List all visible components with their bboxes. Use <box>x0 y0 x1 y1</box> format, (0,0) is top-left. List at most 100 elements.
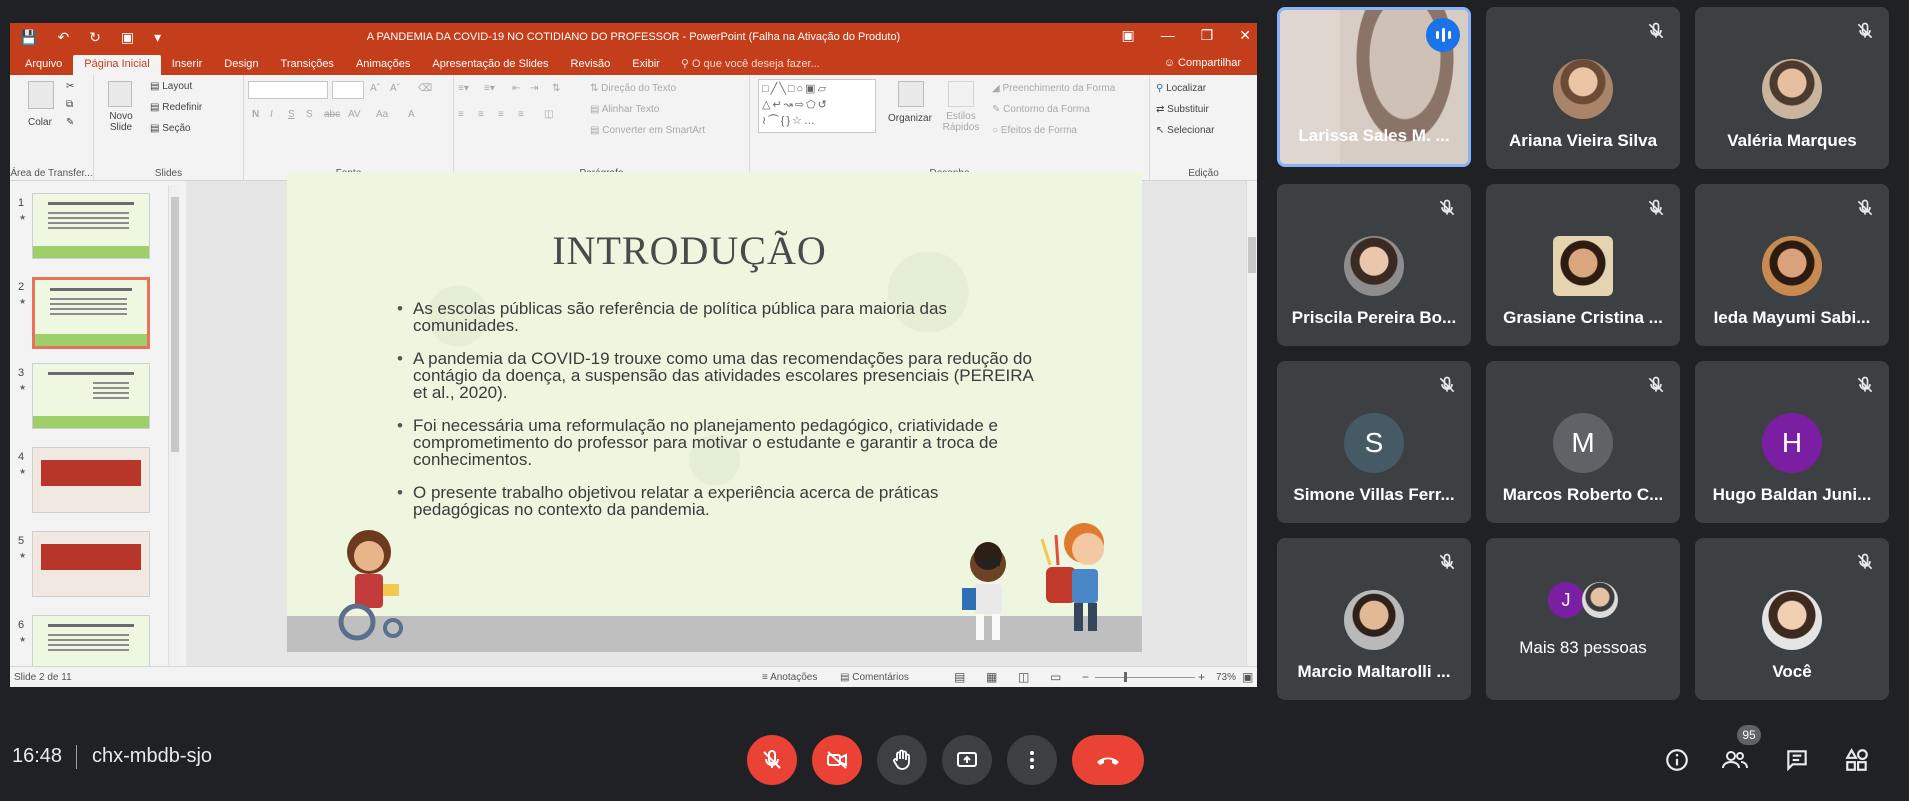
shape-outline-button[interactable]: ✎ Contorno da Forma <box>992 104 1090 115</box>
tab-view[interactable]: Exibir <box>621 55 671 75</box>
slide-title[interactable]: INTRODUÇÃO <box>287 227 1092 274</box>
activities-button[interactable] <box>1840 743 1874 777</box>
notes-button[interactable]: ≡ Anotações <box>762 672 817 683</box>
slide-thumbnail-2[interactable] <box>32 277 150 349</box>
smartart-button[interactable]: ▤ Converter em SmartArt <box>590 125 705 136</box>
close-icon[interactable]: ✕ <box>1239 27 1251 44</box>
strike-button[interactable]: abc <box>324 109 340 120</box>
participant-tile[interactable]: Ieda Mayumi Sabi... <box>1695 184 1889 346</box>
restore-icon[interactable]: ❐ <box>1201 27 1214 44</box>
zoom-percent[interactable]: 73% <box>1216 672 1236 683</box>
bullets-icon[interactable]: ≡▾ <box>458 83 469 94</box>
slide-bullets[interactable]: As escolas públicas são referência de po… <box>397 300 1037 534</box>
new-slide-button[interactable]: Novo Slide <box>102 111 140 133</box>
scrollbar-thumb[interactable] <box>171 197 179 452</box>
arrange-button[interactable]: Organizar <box>888 113 932 124</box>
share-button[interactable]: ☺ Compartilhar <box>1164 57 1241 69</box>
ribbon-display-icon[interactable]: ▣ <box>1121 27 1134 44</box>
tab-transitions[interactable]: Transições <box>270 55 345 75</box>
text-direction-button[interactable]: ⇅ Direção do Texto <box>590 83 676 94</box>
replace-button[interactable]: ⇄ Substituir <box>1156 104 1209 115</box>
bold-button[interactable]: N <box>252 109 259 120</box>
tab-insert[interactable]: Inserir <box>161 55 214 75</box>
tab-home[interactable]: Página Inicial <box>73 55 161 75</box>
paste-button[interactable]: Colar <box>28 117 52 128</box>
slide-thumbnail-5[interactable] <box>32 531 150 597</box>
justify-icon[interactable]: ≡ <box>518 109 524 120</box>
quick-styles-button[interactable]: Estilos Rápidos <box>940 111 982 133</box>
scrollbar-thumb[interactable] <box>1248 237 1256 273</box>
grow-font-icon[interactable]: Aˆ <box>370 83 380 94</box>
slide-thumbnail-1[interactable] <box>32 193 150 259</box>
participant-tile[interactable]: Ariana Vieira Silva <box>1486 7 1680 169</box>
zoom-out-icon[interactable]: − <box>1082 670 1089 684</box>
change-case-button[interactable]: Aa <box>376 109 388 120</box>
tab-design[interactable]: Design <box>213 55 269 75</box>
present-screen-button[interactable] <box>942 735 992 785</box>
italic-button[interactable]: I <box>270 109 273 120</box>
zoom-slider[interactable] <box>1095 677 1195 678</box>
tab-animations[interactable]: Animações <box>345 55 421 75</box>
font-name-input[interactable] <box>248 81 328 99</box>
line-spacing-icon[interactable]: ⇅ <box>552 83 560 94</box>
layout-button[interactable]: ▤ Layout <box>150 81 192 92</box>
clear-format-icon[interactable]: ⌫ <box>418 83 432 94</box>
section-button[interactable]: ▤ Seção <box>150 123 191 134</box>
cut-icon[interactable]: ✂ <box>66 81 74 92</box>
reset-button[interactable]: ▤ Redefinir <box>150 102 202 113</box>
zoom-in-icon[interactable]: + <box>1198 670 1205 684</box>
participant-tile-self[interactable]: Você <box>1695 538 1889 700</box>
font-color-button[interactable]: A <box>408 109 415 120</box>
format-painter-icon[interactable]: ✎ <box>66 117 74 128</box>
thumbnails-scrollbar[interactable] <box>168 185 180 665</box>
slide-thumbnail-3[interactable] <box>32 363 150 429</box>
align-left-icon[interactable]: ≡ <box>458 109 464 120</box>
copy-icon[interactable]: ⧉ <box>66 99 73 110</box>
chat-button[interactable] <box>1780 743 1814 777</box>
slide-thumbnail-4[interactable] <box>32 447 150 513</box>
participant-tile-speaking[interactable]: Larissa Sales M. ... <box>1277 7 1471 167</box>
indent-icon[interactable]: ⇤ <box>512 83 520 94</box>
participant-tile[interactable]: S Simone Villas Ferr... <box>1277 361 1471 523</box>
reading-view-icon[interactable]: ◫ <box>1018 670 1029 684</box>
shadow-button[interactable]: S <box>306 109 313 120</box>
tell-me-search[interactable]: ⚲ O que você deseja fazer... <box>671 54 830 75</box>
slideshow-view-icon[interactable]: ▭ <box>1050 670 1061 684</box>
find-button[interactable]: ⚲ Localizar <box>1156 83 1206 94</box>
tab-file[interactable]: Arquivo <box>14 55 73 75</box>
participant-tile[interactable]: H Hugo Baldan Juni... <box>1695 361 1889 523</box>
camera-toggle-button[interactable] <box>812 735 862 785</box>
raise-hand-button[interactable] <box>877 735 927 785</box>
char-spacing-button[interactable]: AV <box>348 109 361 120</box>
underline-button[interactable]: S <box>288 109 295 120</box>
sorter-view-icon[interactable]: ▦ <box>986 670 997 684</box>
participant-tile[interactable]: Priscila Pereira Bo... <box>1277 184 1471 346</box>
select-button[interactable]: ↖ Selecionar <box>1156 125 1214 136</box>
current-slide[interactable]: INTRODUÇÃO As escolas públicas são refer… <box>287 172 1142 652</box>
participant-tile[interactable]: M Marcos Roberto C... <box>1486 361 1680 523</box>
more-participants-tile[interactable]: J Mais 83 pessoas <box>1486 538 1680 700</box>
shape-effects-button[interactable]: ○ Efeitos de Forma <box>992 125 1077 136</box>
columns-icon[interactable]: ◫ <box>544 109 553 120</box>
tab-slideshow[interactable]: Apresentação de Slides <box>421 55 559 75</box>
participant-tile[interactable]: Grasiane Cristina ... <box>1486 184 1680 346</box>
mic-toggle-button[interactable] <box>747 735 797 785</box>
more-options-button[interactable] <box>1007 735 1057 785</box>
participant-tile[interactable]: Valéria Marques <box>1695 7 1889 169</box>
comments-button[interactable]: ▤ Comentários <box>840 672 909 683</box>
people-button[interactable] <box>1718 743 1752 777</box>
meeting-details-button[interactable] <box>1660 743 1694 777</box>
normal-view-icon[interactable]: ▤ <box>954 670 965 684</box>
align-text-button[interactable]: ▤ Alinhar Texto <box>590 104 659 115</box>
outdent-icon[interactable]: ⇥ <box>530 83 538 94</box>
font-size-input[interactable] <box>332 81 364 99</box>
slide-scrollbar[interactable] <box>1246 181 1257 666</box>
align-center-icon[interactable]: ≡ <box>478 109 484 120</box>
shapes-gallery[interactable]: □╱╲□○▣▱ △↵↝⇨⬠↺ ≀⏜{}☆… <box>758 79 876 133</box>
participant-tile[interactable]: Marcio Maltarolli ... <box>1277 538 1471 700</box>
leave-call-button[interactable] <box>1072 735 1144 785</box>
fit-slide-icon[interactable]: ▣ <box>1242 670 1253 684</box>
zoom-slider-thumb[interactable] <box>1124 672 1127 682</box>
tab-review[interactable]: Revisão <box>560 55 622 75</box>
align-right-icon[interactable]: ≡ <box>498 109 504 120</box>
